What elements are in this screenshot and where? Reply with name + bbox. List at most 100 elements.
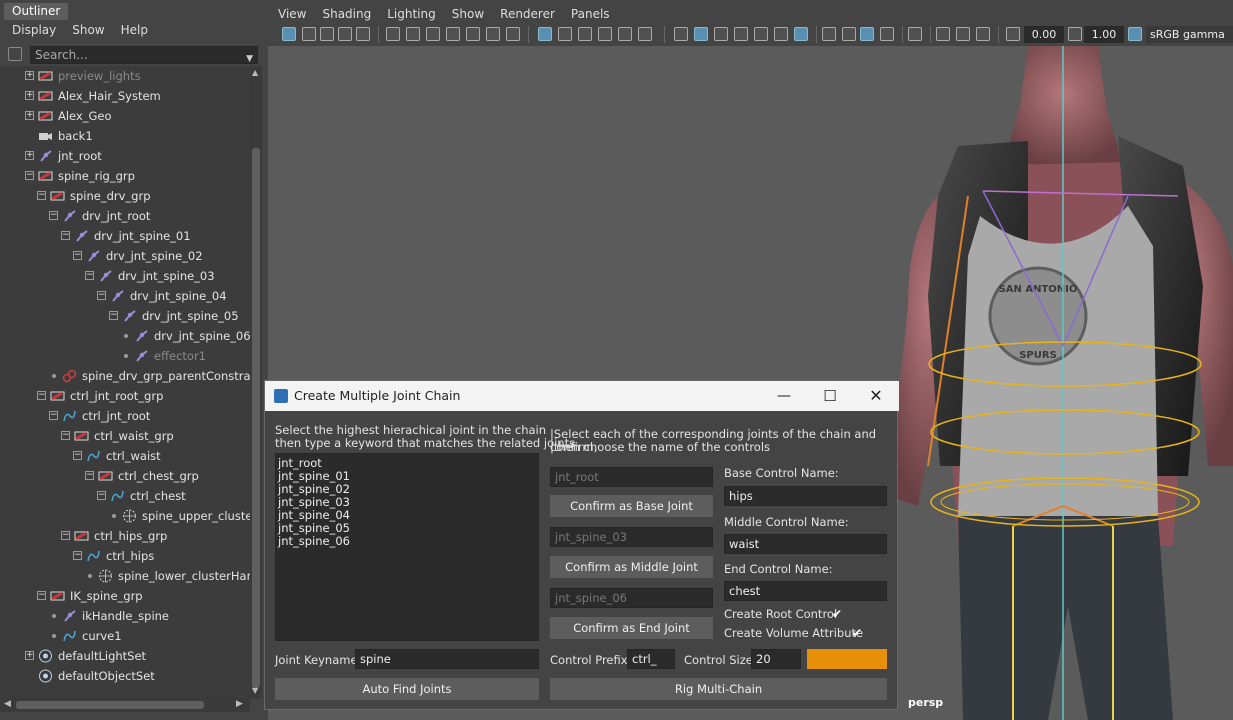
outliner-item-ctrl-chest-grp[interactable]: − ctrl_chest_grp	[0, 466, 250, 486]
select-camera-icon[interactable]	[282, 27, 296, 41]
outliner-item-drv-jnt-spine-05[interactable]: − drv_jnt_spine_05	[0, 306, 250, 326]
filter-icon[interactable]	[8, 47, 22, 61]
collapse-icon[interactable]: −	[73, 551, 82, 560]
outliner-item-ctrl-waist[interactable]: − ctrl_waist	[0, 446, 250, 466]
ambient-occlusion-icon[interactable]	[822, 27, 836, 41]
image-plane-icon[interactable]	[338, 27, 352, 41]
select-tool-icon[interactable]	[908, 27, 922, 41]
resolution-gate-icon[interactable]	[446, 27, 460, 41]
collapse-icon[interactable]: −	[49, 211, 58, 220]
collapse-icon[interactable]: −	[61, 531, 70, 540]
maximize-button[interactable]: ☐	[807, 381, 853, 411]
field-toggle-icon[interactable]	[618, 27, 632, 41]
gate-mask-icon[interactable]	[466, 27, 480, 41]
outliner-search-input[interactable]: Search... ▼	[30, 46, 258, 64]
control-color-swatch[interactable]	[807, 649, 887, 669]
menu-show[interactable]: Show	[72, 21, 104, 40]
wireframe-icon[interactable]	[674, 27, 688, 41]
collapse-icon[interactable]: −	[85, 271, 94, 280]
outliner-item-curve1[interactable]: curve1	[0, 626, 250, 646]
expand-icon[interactable]: +	[25, 91, 34, 100]
gamma-icon[interactable]	[1068, 27, 1082, 41]
outliner-tab[interactable]: Outliner	[4, 3, 69, 20]
grease-pencil-icon[interactable]	[386, 27, 400, 41]
menu-display[interactable]: Display	[12, 21, 56, 40]
outliner-item-drv-jnt-spine-01[interactable]: − drv_jnt_spine_01	[0, 226, 250, 246]
outliner-item-spine-rig-grp[interactable]: − spine_rig_grp	[0, 166, 250, 186]
menu-shading[interactable]: Shading	[322, 4, 371, 24]
outliner-item-defaultobjectset[interactable]: defaultObjectSet	[0, 666, 250, 686]
exposure-field[interactable]: 0.00	[1024, 26, 1064, 43]
film-gate-icon[interactable]	[426, 27, 440, 41]
expand-icon[interactable]: +	[25, 151, 34, 160]
field-chart-icon[interactable]	[486, 27, 500, 41]
color-space-dropdown[interactable]: sRGB gamma (le	[1146, 26, 1233, 58]
auto-find-joints-button[interactable]: Auto Find Joints	[275, 678, 539, 700]
mask-toggle-icon[interactable]	[598, 27, 612, 41]
collapse-icon[interactable]: −	[25, 171, 34, 180]
menu-view[interactable]: View	[278, 4, 306, 24]
collapse-icon[interactable]: −	[37, 191, 46, 200]
outliner-item-spine-drv-grp[interactable]: − spine_drv_grp	[0, 186, 250, 206]
bookmark-icon[interactable]	[320, 27, 334, 41]
create-volume-attribute-checkbox[interactable]: ✔	[852, 627, 864, 639]
expand-icon[interactable]: +	[25, 651, 34, 660]
rig-multi-chain-button[interactable]: Rig Multi-Chain	[550, 678, 887, 700]
expand-icon[interactable]: +	[25, 111, 34, 120]
create-root-control-checkbox[interactable]: ✔	[832, 608, 844, 620]
grid-toggle-icon[interactable]	[538, 27, 552, 41]
confirm-base-joint-button[interactable]: Confirm as Base Joint	[550, 495, 713, 517]
gamma-field[interactable]: 1.00	[1084, 26, 1124, 43]
isolate-select-icon[interactable]	[860, 27, 874, 41]
control-size-field[interactable]: 20	[751, 649, 801, 669]
outliner-item-alex-hair-system[interactable]: + Alex_Hair_System	[0, 86, 250, 106]
search-dropdown-arrow-icon[interactable]: ▼	[246, 51, 253, 67]
outliner-item-ctrl-chest[interactable]: − ctrl_chest	[0, 486, 250, 506]
frame-selection-icon[interactable]	[976, 27, 990, 41]
outliner-horizontal-scroll-thumb[interactable]	[16, 701, 204, 709]
collapse-icon[interactable]: −	[61, 231, 70, 240]
exposure-icon[interactable]	[1006, 27, 1020, 41]
color-management-icon[interactable]	[1128, 27, 1142, 41]
xray-joints-icon[interactable]	[880, 27, 894, 41]
joint-list-item[interactable]: jnt_spine_06	[278, 535, 536, 548]
scroll-left-arrow-icon[interactable]: ◀	[4, 699, 11, 709]
use-all-lights-icon[interactable]	[754, 27, 768, 41]
outliner-item-defaultlightset[interactable]: + defaultLightSet	[0, 646, 250, 666]
outliner-item-drv-jnt-spine-06[interactable]: drv_jnt_spine_06	[0, 326, 250, 346]
confirm-middle-joint-button[interactable]: Confirm as Middle Joint	[550, 556, 713, 578]
collapse-icon[interactable]: −	[109, 311, 118, 320]
outliner-item-ikhandle-spine[interactable]: ikHandle_spine	[0, 606, 250, 626]
menu-panels[interactable]: Panels	[571, 4, 610, 24]
outliner-item-alex-geo[interactable]: + Alex_Geo	[0, 106, 250, 126]
outliner-item-ctrl-hips[interactable]: − ctrl_hips	[0, 546, 250, 566]
outliner-item-spine-upper-clusterhandle[interactable]: spine_upper_clusterHandle	[0, 506, 250, 526]
safe-action-icon[interactable]	[506, 27, 520, 41]
scroll-down-arrow-icon[interactable]: ▼	[252, 686, 258, 695]
outliner-item-back1[interactable]: back1	[0, 126, 250, 146]
menu-show[interactable]: Show	[452, 4, 484, 24]
camera-attributes-icon[interactable]	[302, 27, 316, 41]
joint-list[interactable]: jnt_root jnt_spine_01 jnt_spine_02 jnt_spin…	[275, 453, 539, 641]
collapse-icon[interactable]: −	[49, 411, 58, 420]
close-button[interactable]: ✕	[853, 381, 899, 411]
joint-keyname-field[interactable]: spine	[355, 649, 539, 669]
menu-help[interactable]: Help	[121, 21, 148, 40]
base-control-name-field[interactable]: hips	[724, 486, 887, 506]
outliner-item-ik-spine-grp[interactable]: − IK_spine_grp	[0, 586, 250, 606]
collapse-icon[interactable]: −	[97, 491, 106, 500]
minimize-button[interactable]: —	[761, 381, 807, 411]
collapse-icon[interactable]: −	[73, 251, 82, 260]
outliner-item-ctrl-jnt-root[interactable]: − ctrl_jnt_root	[0, 406, 250, 426]
outliner-vertical-scroll-thumb[interactable]	[252, 148, 260, 688]
resolution-toggle-icon[interactable]	[578, 27, 592, 41]
control-prefix-field[interactable]: ctrl_	[627, 649, 675, 669]
scroll-up-arrow-icon[interactable]: ▲	[252, 68, 258, 77]
title-safe-icon[interactable]	[638, 27, 652, 41]
collapse-icon[interactable]: −	[37, 391, 46, 400]
menu-lighting[interactable]: Lighting	[387, 4, 436, 24]
collapse-icon[interactable]: −	[61, 431, 70, 440]
outliner-item-drv-jnt-spine-04[interactable]: − drv_jnt_spine_04	[0, 286, 250, 306]
scroll-right-arrow-icon[interactable]: ▶	[236, 699, 243, 709]
middle-control-name-field[interactable]: waist	[724, 534, 887, 554]
